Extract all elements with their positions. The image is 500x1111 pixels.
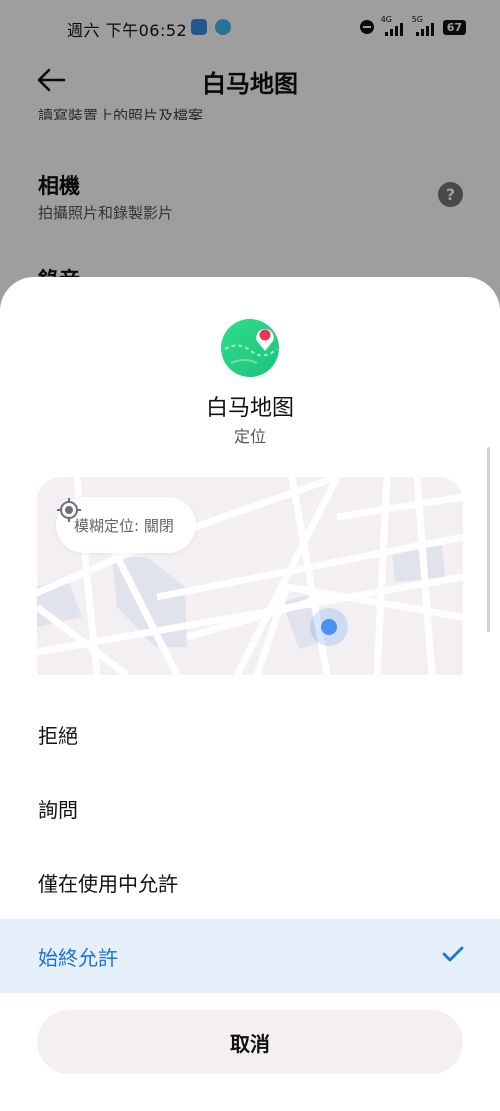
- scrollbar[interactable]: [487, 447, 490, 632]
- permission-options: 拒絕 詢問 僅在使用中允許 始終允許: [0, 697, 500, 993]
- app-name: 白马地图: [205, 396, 294, 421]
- option-label: 始終允許: [38, 945, 118, 970]
- option-while-in-use[interactable]: 僅在使用中允許: [0, 845, 500, 919]
- checkmark-icon: [442, 946, 464, 962]
- location-dot: [321, 619, 337, 635]
- option-label: 詢問: [38, 797, 78, 822]
- option-label: 拒絕: [38, 723, 78, 748]
- fuzzy-location-toggle[interactable]: 模糊定位: 關閉: [56, 497, 196, 553]
- location-permission-sheet: 白马地图 定位 模糊定位: 關閉 拒絕 詢問 僅在使用中允許 始終允許 取消: [0, 277, 500, 1111]
- map-pin-icon: [224, 329, 278, 364]
- option-label: 僅在使用中允許: [38, 871, 178, 896]
- cancel-label: 取消: [230, 1031, 270, 1056]
- crosshair-icon: [57, 498, 81, 522]
- option-ask[interactable]: 詢問: [0, 771, 500, 845]
- cancel-button[interactable]: 取消: [37, 1010, 463, 1074]
- option-deny[interactable]: 拒絕: [0, 697, 500, 771]
- location-map-preview: 模糊定位: 關閉: [37, 477, 463, 675]
- app-logo: [221, 319, 279, 377]
- permission-name: 定位: [233, 427, 266, 446]
- option-always-allow[interactable]: 始終允許: [0, 919, 500, 993]
- fuzzy-location-label: 模糊定位: 關閉: [74, 516, 174, 535]
